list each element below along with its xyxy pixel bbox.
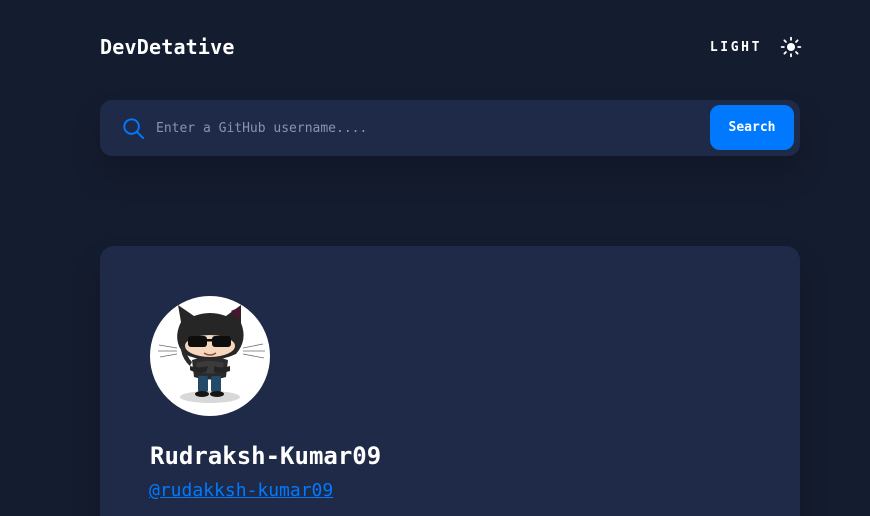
top-header: DevDetative LIGHT [100,34,802,60]
theme-toggle-button[interactable]: LIGHT [710,36,802,58]
search-bar: Search [100,100,800,156]
profile-handle-link[interactable]: @rudakksh-kumar09 [149,480,333,501]
search-button[interactable]: Search [710,105,794,150]
app-logo: DevDetative [100,35,235,59]
profile-name: Rudraksh-Kumar09 [150,442,382,470]
devdetative-page: DevDetative LIGHT Enter a GitHub usernam… [0,0,870,516]
search-icon [123,118,145,140]
octocat-avatar-icon [158,305,265,403]
username-search-input[interactable] [156,116,696,140]
profile-card: Rudraksh-Kumar09 @rudakksh-kumar09 [100,246,800,516]
avatar [150,296,270,416]
sun-icon [780,36,802,58]
theme-label: LIGHT [709,39,762,55]
